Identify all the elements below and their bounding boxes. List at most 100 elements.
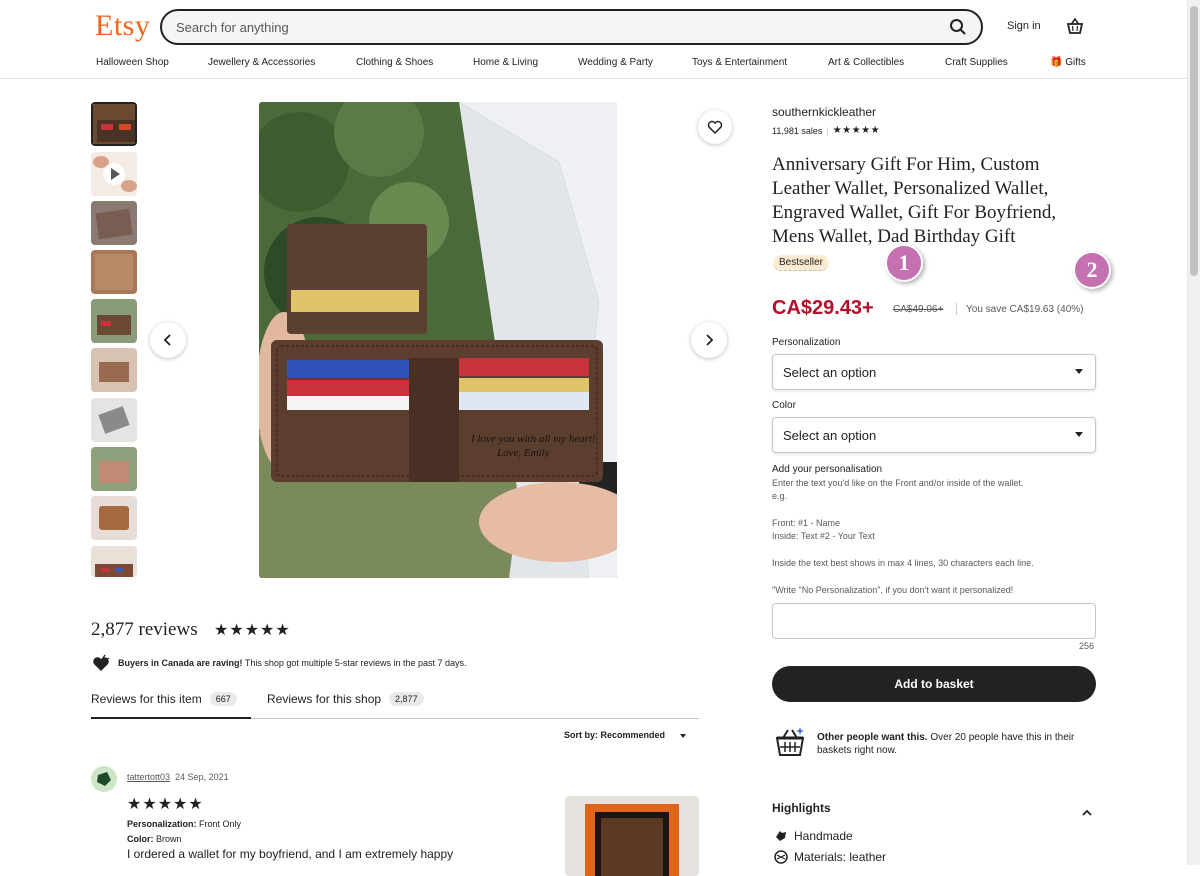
- nav-item-clothing[interactable]: Clothing & Shoes: [356, 57, 433, 68]
- bestseller-badge[interactable]: Bestseller: [773, 255, 829, 271]
- raving-bold: Buyers in Canada are raving!: [118, 658, 243, 668]
- review-photo[interactable]: [565, 796, 699, 876]
- tab-reviews-item-count: 667: [209, 692, 237, 706]
- instruction-line: Inside: Text #2 - Your Text: [772, 531, 875, 541]
- basket-demand-icon: [774, 726, 806, 763]
- chevron-left-icon: [163, 334, 171, 346]
- reviewer-name[interactable]: tattertott03: [127, 772, 170, 782]
- search-input[interactable]: Search for anything: [160, 9, 983, 45]
- color-select[interactable]: Select an option: [772, 417, 1096, 453]
- product-title: Anniversary Gift For Him, Custom Leather…: [772, 154, 1057, 247]
- reviews-rating-stars: ★★★★★: [214, 622, 291, 639]
- handmade-icon: [774, 829, 788, 848]
- color-select-value: Select an option: [783, 427, 877, 443]
- thumbnail-10[interactable]: [91, 546, 137, 577]
- thumbnail-3[interactable]: [91, 201, 137, 245]
- savings-text: You save CA$19.63 (40%): [966, 304, 1084, 315]
- caret-down-icon[interactable]: [680, 734, 686, 738]
- instruction-line: e.g.: [772, 491, 788, 501]
- review-text: I ordered a wallet for my boyfriend, and…: [127, 847, 454, 861]
- thumbnail-8[interactable]: [91, 447, 137, 491]
- next-image-button[interactable]: [691, 322, 727, 358]
- annotation-marker-1: 1: [885, 244, 923, 282]
- personalization-label: Personalization: [772, 337, 841, 348]
- category-nav: Halloween Shop Jewellery & Accessories C…: [0, 57, 1200, 71]
- personalization-select[interactable]: Select an option: [772, 354, 1096, 390]
- svg-text:Love, Emily: Love, Emily: [496, 447, 550, 459]
- price-divider: [956, 303, 957, 315]
- nav-item-home[interactable]: Home & Living: [473, 57, 538, 68]
- chevron-right-icon: [706, 334, 714, 346]
- nav-item-craft[interactable]: Craft Supplies: [945, 57, 1008, 68]
- reviewer-info: tattertott03 24 Sep, 2021: [127, 772, 229, 782]
- instruction-line: Inside the text best shows in max 4 line…: [772, 558, 1034, 568]
- character-counter: 256: [1079, 641, 1095, 651]
- search-placeholder: Search for anything: [176, 19, 289, 35]
- nav-item-art[interactable]: Art & Collectibles: [828, 57, 904, 68]
- thumbnail-9[interactable]: [91, 496, 137, 540]
- nav-item-toys[interactable]: Toys & Entertainment: [692, 57, 787, 68]
- nav-item-wedding[interactable]: Wedding & Party: [578, 57, 653, 68]
- favorite-heart-button[interactable]: [698, 110, 732, 144]
- add-to-basket-button[interactable]: Add to basket: [772, 666, 1096, 702]
- tab-reviews-shop-count: 2,877: [389, 692, 424, 706]
- materials-icon: [774, 850, 788, 869]
- thumbnail-4[interactable]: [91, 250, 137, 294]
- heart-icon: [707, 120, 723, 135]
- tab-reviews-item[interactable]: Reviews for this item 667: [91, 692, 237, 706]
- thumbnail-1[interactable]: [91, 102, 137, 146]
- shop-sales: 11,981 sales | ★★★★★: [772, 125, 880, 136]
- nav-item-halloween[interactable]: Halloween Shop: [96, 57, 169, 68]
- annotation-marker-2: 2: [1073, 251, 1111, 289]
- thumbnail-video[interactable]: [91, 152, 137, 196]
- svg-text:I love you with all my heart!: I love you with all my heart!: [470, 433, 596, 445]
- product-main-image[interactable]: I love you with all my heart! Love, Emil…: [259, 102, 617, 578]
- heart-hand-icon: [91, 654, 111, 679]
- etsy-logo[interactable]: Etsy: [95, 9, 150, 43]
- thumbnail-7[interactable]: [91, 398, 137, 442]
- caret-down-icon: [1075, 432, 1083, 437]
- review-date: 24 Sep, 2021: [175, 772, 229, 782]
- scrollbar[interactable]: [1187, 0, 1200, 865]
- raving-text: This shop got multiple 5-star reviews in…: [244, 658, 467, 668]
- tab-reviews-shop-label: Reviews for this shop: [267, 692, 382, 706]
- chevron-up-icon[interactable]: [1082, 804, 1092, 822]
- reviews-count: 2,877 reviews: [91, 619, 198, 640]
- current-price: CA$29.43+: [772, 297, 874, 319]
- active-tab-indicator: [91, 717, 251, 719]
- color-label: Color: [772, 400, 796, 411]
- original-price: CA$49.06+: [893, 304, 944, 315]
- shop-rating-stars: ★★★★★: [832, 125, 881, 136]
- personalization-select-value: Select an option: [783, 364, 877, 380]
- demand-bold: Other people want this.: [817, 732, 928, 743]
- sort-dropdown[interactable]: Sort by: Recommended: [564, 730, 665, 740]
- header: Etsy Search for anything Sign in Hallowe…: [0, 0, 1200, 79]
- nav-item-jewellery[interactable]: Jewellery & Accessories: [208, 57, 315, 68]
- highlights-heading[interactable]: Highlights: [772, 801, 831, 815]
- raving-message: Buyers in Canada are raving! This shop g…: [118, 658, 467, 668]
- sign-in-link[interactable]: Sign in: [1007, 20, 1041, 32]
- tab-reviews-shop[interactable]: Reviews for this shop 2,877: [267, 692, 424, 706]
- instruction-line: "Write "No Personalization", if you don'…: [772, 585, 1014, 595]
- search-icon[interactable]: [949, 18, 967, 41]
- thumbnail-6[interactable]: [91, 348, 137, 392]
- basket-icon[interactable]: [1066, 17, 1084, 40]
- highlight-handmade: Handmade: [794, 829, 853, 843]
- shop-name-link[interactable]: southernkickleather: [772, 105, 876, 119]
- avatar[interactable]: [91, 766, 117, 792]
- personalisation-textarea[interactable]: [772, 603, 1096, 639]
- tab-reviews-item-label: Reviews for this item: [91, 692, 202, 706]
- add-personalisation-title: Add your personalisation: [772, 464, 883, 475]
- gift-icon: 🎁: [1050, 57, 1063, 68]
- caret-down-icon: [1075, 369, 1083, 374]
- demand-message: Other people want this. Over 20 people h…: [817, 731, 1092, 757]
- divider: |: [826, 125, 829, 136]
- thumbnail-5[interactable]: [91, 299, 137, 343]
- sales-count: 11,981 sales: [772, 125, 823, 136]
- nav-item-gifts[interactable]: 🎁 Gifts: [1050, 57, 1086, 68]
- highlight-materials: Materials: leather: [794, 850, 887, 864]
- review-color: Color: Brown: [127, 834, 182, 844]
- previous-image-button[interactable]: [150, 322, 186, 358]
- instruction-line: Enter the text you'd like on the Front a…: [772, 478, 1024, 488]
- scrollbar-thumb[interactable]: [1190, 6, 1198, 276]
